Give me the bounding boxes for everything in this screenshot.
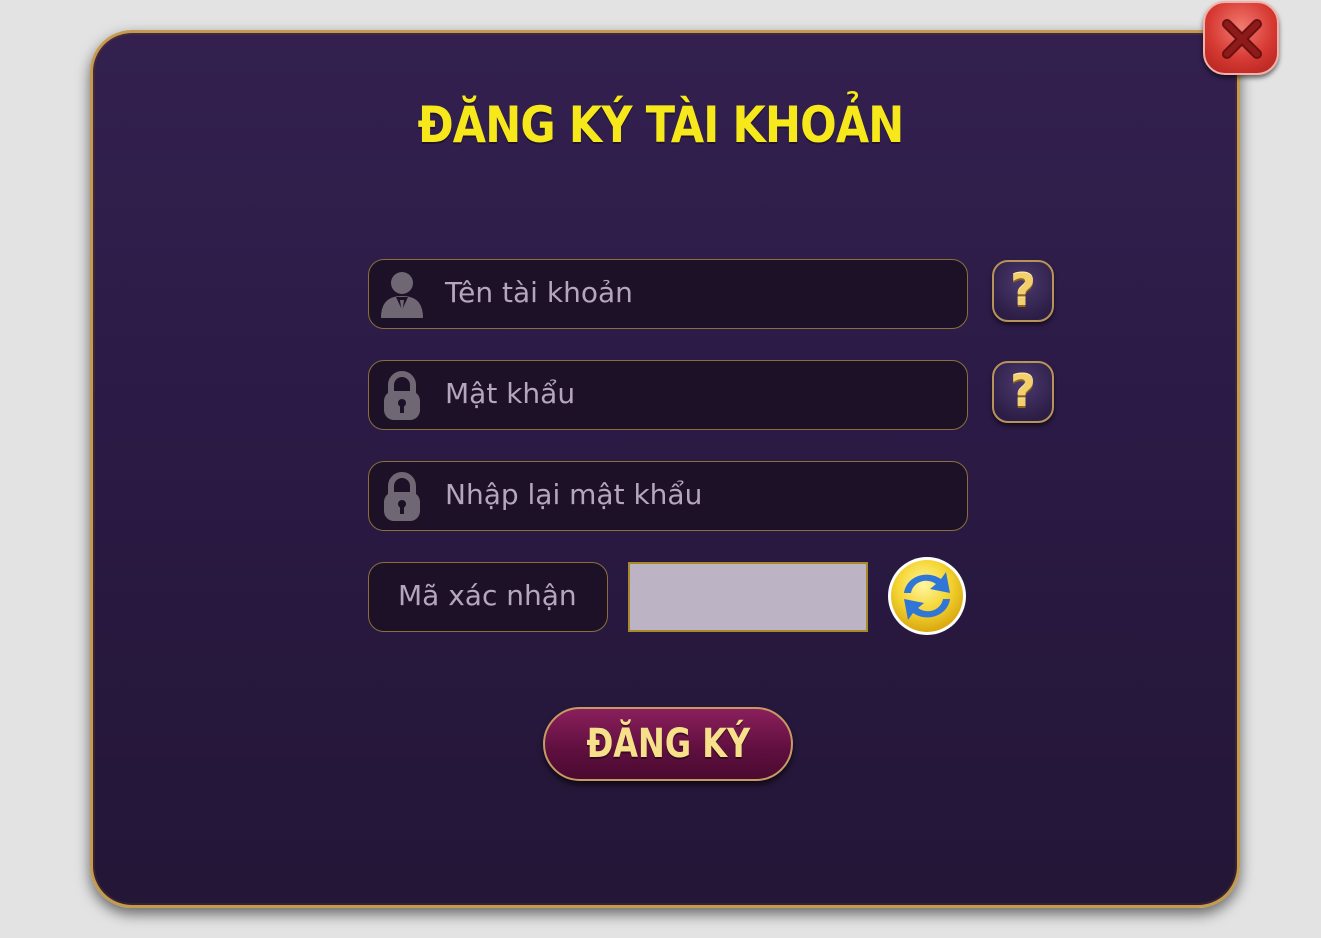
question-mark-icon: ?: [1010, 265, 1036, 316]
dialog-title: ĐĂNG KÝ TÀI KHOẢN: [417, 96, 905, 154]
password-placeholder: Mật khẩu: [445, 377, 576, 410]
question-mark-icon: ?: [1010, 366, 1036, 417]
register-button[interactable]: ĐĂNG KÝ: [543, 707, 793, 781]
close-button[interactable]: [1203, 1, 1279, 75]
lock-icon: [384, 472, 420, 521]
refresh-icon[interactable]: [886, 555, 968, 637]
close-icon: [1222, 19, 1262, 59]
user-icon: [381, 272, 423, 318]
captcha-placeholder: Mã xác nhận: [398, 579, 577, 612]
username-field[interactable]: Tên tài khoản: [368, 259, 968, 329]
password-field[interactable]: Mật khẩu: [368, 360, 968, 430]
confirm-password-field[interactable]: Nhập lại mật khẩu: [368, 461, 968, 531]
captcha-input[interactable]: Mã xác nhận: [368, 562, 608, 632]
lock-icon: [384, 371, 420, 420]
confirm-password-placeholder: Nhập lại mật khẩu: [445, 478, 703, 511]
password-help-button[interactable]: ?: [992, 361, 1054, 423]
register-button-label: ĐĂNG KÝ: [586, 721, 750, 767]
username-help-button[interactable]: ?: [992, 260, 1054, 322]
captcha-image: [628, 562, 868, 632]
username-placeholder: Tên tài khoản: [445, 276, 633, 309]
